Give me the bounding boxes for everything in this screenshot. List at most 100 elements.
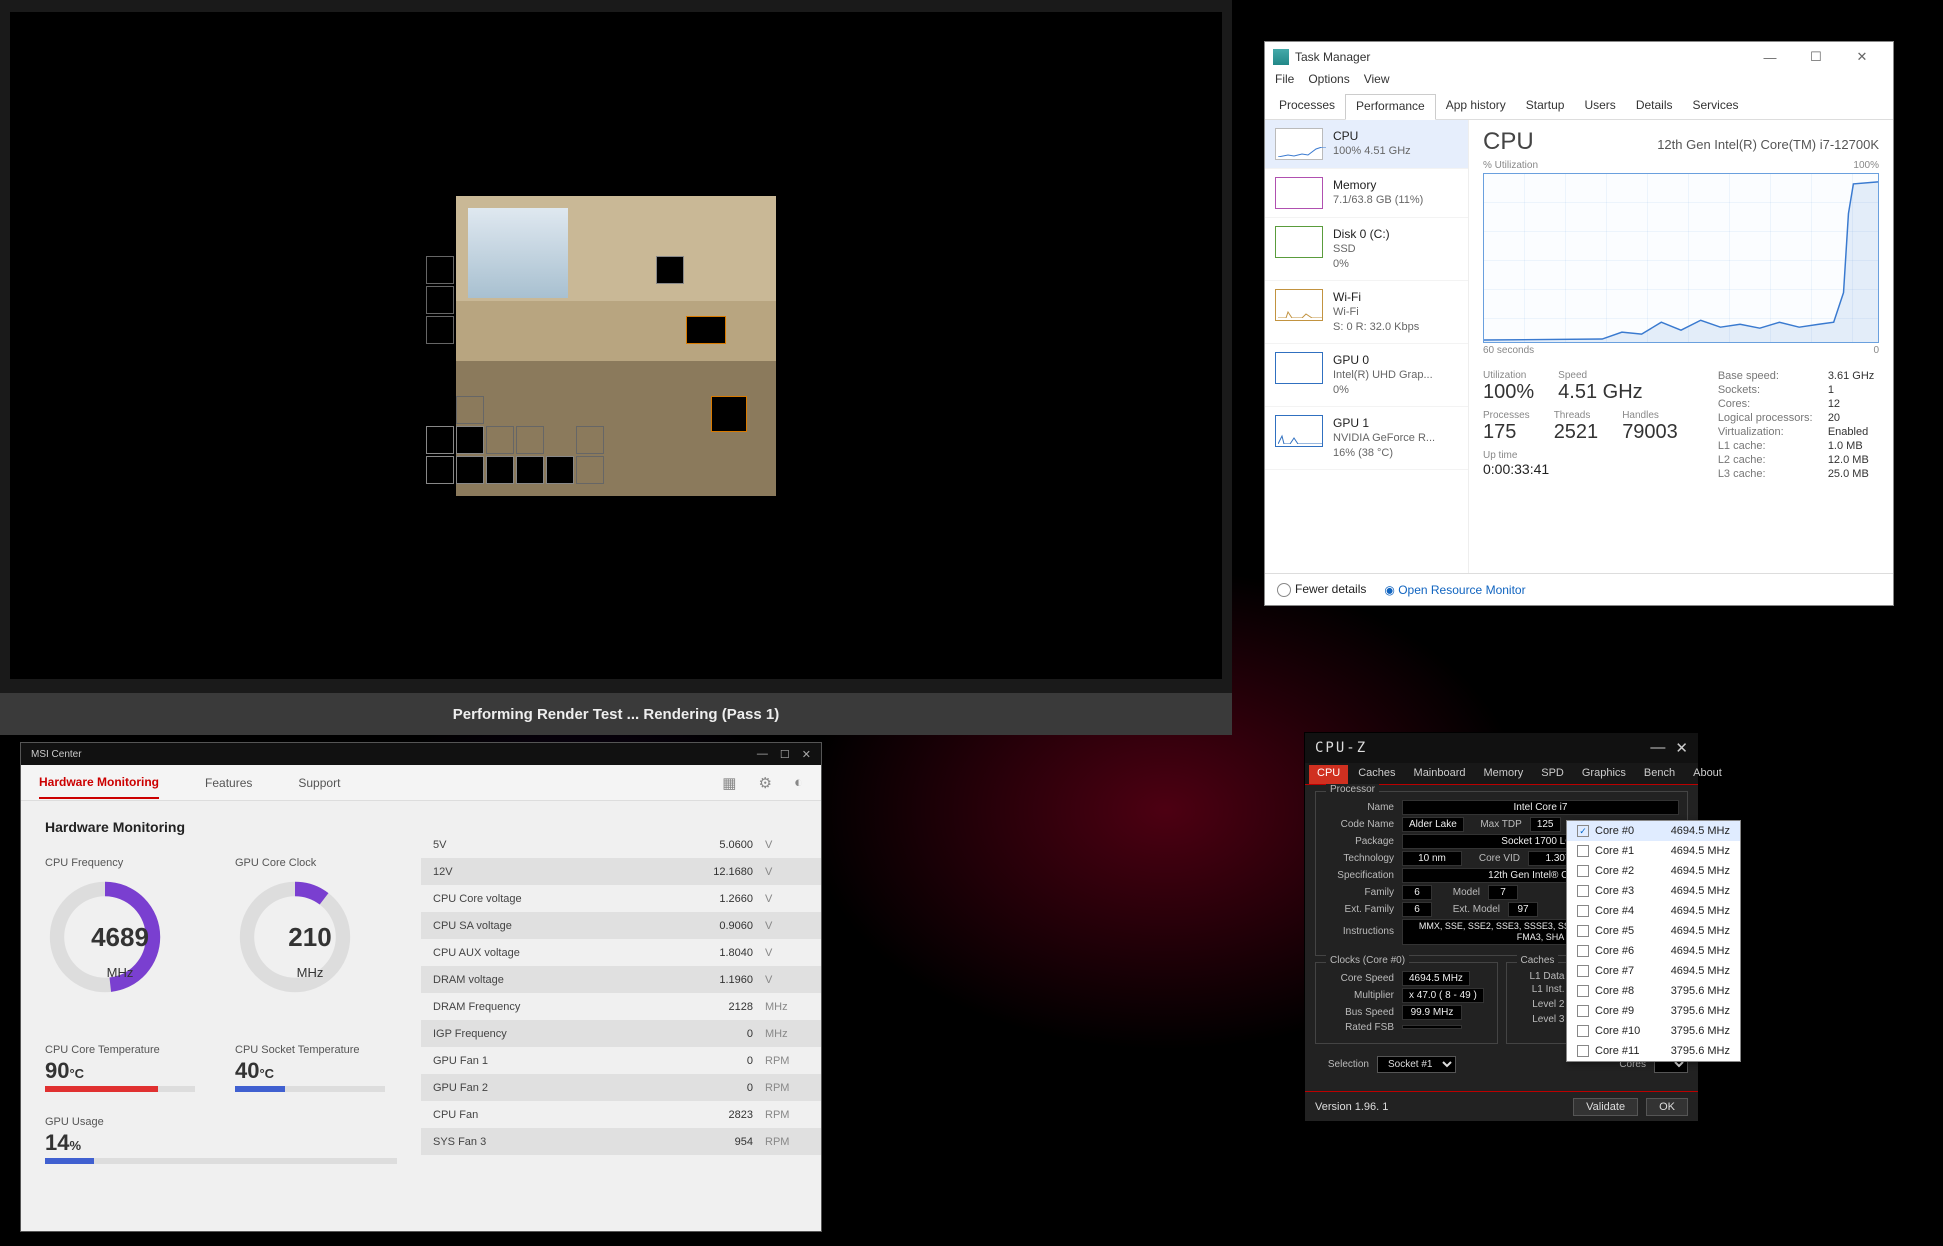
cpu-socket-temp-value: 40 xyxy=(235,1058,259,1083)
core-row[interactable]: Core #24694.5 MHz xyxy=(1567,861,1740,881)
msi-tab-monitoring[interactable]: Hardware Monitoring xyxy=(39,767,159,799)
fewer-details-link[interactable]: Fewer details xyxy=(1277,582,1366,597)
gpu-usage: GPU Usage 14% xyxy=(45,1116,397,1164)
tm-titlebar[interactable]: Task Manager — ☐ ✕ xyxy=(1265,42,1893,72)
cpuz-minimize-button[interactable]: — xyxy=(1650,739,1665,757)
sensor-unit: V xyxy=(765,947,791,959)
cpuz-tab-about[interactable]: About xyxy=(1685,765,1730,784)
msi-maximize-button[interactable]: ☐ xyxy=(780,748,790,761)
tab-users[interactable]: Users xyxy=(1574,94,1625,119)
cz-l3-l: Level 3 xyxy=(1515,1014,1565,1025)
sidebar-item-wifi[interactable]: Wi-FiWi-FiS: 0 R: 32.0 Kbps xyxy=(1265,281,1468,344)
cz-name-l: Name xyxy=(1324,802,1394,813)
grid-icon[interactable]: ▦ xyxy=(722,774,736,792)
core-row[interactable]: Core #34694.5 MHz xyxy=(1567,881,1740,901)
close-button[interactable]: ✕ xyxy=(1839,49,1885,65)
core-row[interactable]: Core #74694.5 MHz xyxy=(1567,961,1740,981)
minimize-button[interactable]: — xyxy=(1747,50,1793,65)
render-preview-image xyxy=(456,196,776,496)
cpuz-tab-spd[interactable]: SPD xyxy=(1533,765,1572,784)
cpuz-tab-graphics[interactable]: Graphics xyxy=(1574,765,1634,784)
cpuz-tab-mainboard[interactable]: Mainboard xyxy=(1406,765,1474,784)
stat-handles-value: 79003 xyxy=(1622,421,1678,444)
core-row[interactable]: Core #44694.5 MHz xyxy=(1567,901,1740,921)
kv-cores-v: 12 xyxy=(1828,398,1874,410)
cz-codename-l: Code Name xyxy=(1324,819,1394,830)
sensor-name: GPU Fan 2 xyxy=(433,1082,488,1094)
graph-axis-60s: 60 seconds xyxy=(1483,345,1534,356)
cz-corevid-l: Core VID xyxy=(1470,853,1520,864)
kv-sockets-v: 1 xyxy=(1828,384,1874,396)
cpuz-close-button[interactable]: ✕ xyxy=(1675,739,1688,757)
tab-performance[interactable]: Performance xyxy=(1345,94,1436,120)
core-row[interactable]: Core #14694.5 MHz xyxy=(1567,841,1740,861)
menu-options[interactable]: Options xyxy=(1308,72,1349,94)
core-name: Core #10 xyxy=(1595,1025,1640,1037)
core-row[interactable]: Core #64694.5 MHz xyxy=(1567,941,1740,961)
msi-sensor-list: 5V5.0600V12V12.1680VCPU Core voltage1.26… xyxy=(421,801,821,1231)
kv-lp-l: Logical processors: xyxy=(1718,412,1828,424)
sidebar-item-gpu1[interactable]: GPU 1NVIDIA GeForce R...16% (38 °C) xyxy=(1265,407,1468,470)
core-row[interactable]: Core #103795.6 MHz xyxy=(1567,1021,1740,1041)
cpuz-titlebar[interactable]: CPU-Z — ✕ xyxy=(1305,733,1698,763)
cpuz-tab-memory[interactable]: Memory xyxy=(1476,765,1532,784)
cz-family-v: 6 xyxy=(1402,885,1432,900)
validate-button[interactable]: Validate xyxy=(1573,1098,1638,1116)
tm-main-panel: CPU 12th Gen Intel(R) Core(TM) i7-12700K… xyxy=(1469,120,1893,573)
tab-processes[interactable]: Processes xyxy=(1269,94,1345,119)
core-row[interactable]: ✓Core #04694.5 MHz xyxy=(1567,821,1740,841)
sidebar-item-memory[interactable]: Memory7.1/63.8 GB (11%) xyxy=(1265,169,1468,218)
kv-virt-v: Enabled xyxy=(1828,426,1874,438)
core-row[interactable]: Core #93795.6 MHz xyxy=(1567,1001,1740,1021)
stat-threads-label: Threads xyxy=(1554,410,1599,421)
msi-close-button[interactable]: ✕ xyxy=(802,748,811,761)
core-name: Core #3 xyxy=(1595,885,1634,897)
tab-startup[interactable]: Startup xyxy=(1516,94,1575,119)
msi-titlebar[interactable]: MSI Center — ☐ ✕ xyxy=(21,743,821,765)
ok-button[interactable]: OK xyxy=(1646,1098,1688,1116)
tab-details[interactable]: Details xyxy=(1626,94,1683,119)
checkbox-icon xyxy=(1577,845,1589,857)
sensor-value: 0 xyxy=(747,1055,753,1067)
stat-processes-value: 175 xyxy=(1483,421,1530,444)
side-disk-sub2: 0% xyxy=(1333,257,1390,272)
sidebar-item-gpu0[interactable]: GPU 0Intel(R) UHD Grap...0% xyxy=(1265,344,1468,407)
gear-icon[interactable]: ⚙ xyxy=(758,774,771,792)
cpu-core-temp: CPU Core Temperature 90°C xyxy=(45,1044,195,1092)
side-gpu0-label: GPU 0 xyxy=(1333,352,1433,368)
core-mhz: 4694.5 MHz xyxy=(1671,865,1730,877)
kv-virt-l: Virtualization: xyxy=(1718,426,1828,438)
cz-extmod-l: Ext. Model xyxy=(1440,904,1500,915)
msi-tab-features[interactable]: Features xyxy=(205,768,252,798)
core-row[interactable]: Core #54694.5 MHz xyxy=(1567,921,1740,941)
core-row[interactable]: Core #113795.6 MHz xyxy=(1567,1041,1740,1061)
cz-fsb-v xyxy=(1402,1025,1462,1029)
cpu-freq-unit: MHz xyxy=(107,965,134,980)
gpu-usage-value: 14 xyxy=(45,1130,69,1155)
cpuz-tab-bench[interactable]: Bench xyxy=(1636,765,1683,784)
task-manager-window: Task Manager — ☐ ✕ File Options View Pro… xyxy=(1264,41,1894,606)
cpuz-tab-caches[interactable]: Caches xyxy=(1350,765,1403,784)
sidebar-item-cpu[interactable]: CPU100% 4.51 GHz xyxy=(1265,120,1468,169)
open-resource-monitor-link[interactable]: ◉ Open Resource Monitor xyxy=(1384,583,1525,597)
side-memory-label: Memory xyxy=(1333,177,1423,193)
menu-file[interactable]: File xyxy=(1275,72,1294,94)
core-row[interactable]: Core #83795.6 MHz xyxy=(1567,981,1740,1001)
cpu-utilization-graph[interactable] xyxy=(1483,173,1879,343)
sidebar-item-disk[interactable]: Disk 0 (C:)SSD0% xyxy=(1265,218,1468,281)
msi-tab-support[interactable]: Support xyxy=(298,768,340,798)
msi-minimize-button[interactable]: — xyxy=(757,748,768,761)
sensor-unit: V xyxy=(765,974,791,986)
avatar-icon[interactable]: ◐ xyxy=(794,774,803,792)
socket-select[interactable]: Socket #1 xyxy=(1377,1056,1456,1073)
menu-view[interactable]: View xyxy=(1364,72,1390,94)
cpu-socket-temp: CPU Socket Temperature 40°C xyxy=(235,1044,385,1092)
tab-services[interactable]: Services xyxy=(1683,94,1749,119)
tm-kv-block: Base speed:3.61 GHz Sockets:1 Cores:12 L… xyxy=(1718,370,1874,480)
cpuz-tab-cpu[interactable]: CPU xyxy=(1309,765,1348,784)
sensor-value: 1.8040 xyxy=(719,947,753,959)
tab-app-history[interactable]: App history xyxy=(1436,94,1516,119)
maximize-button[interactable]: ☐ xyxy=(1793,49,1839,65)
tm-footer: Fewer details ◉ Open Resource Monitor xyxy=(1265,573,1893,605)
sensor-value: 5.0600 xyxy=(719,839,753,851)
